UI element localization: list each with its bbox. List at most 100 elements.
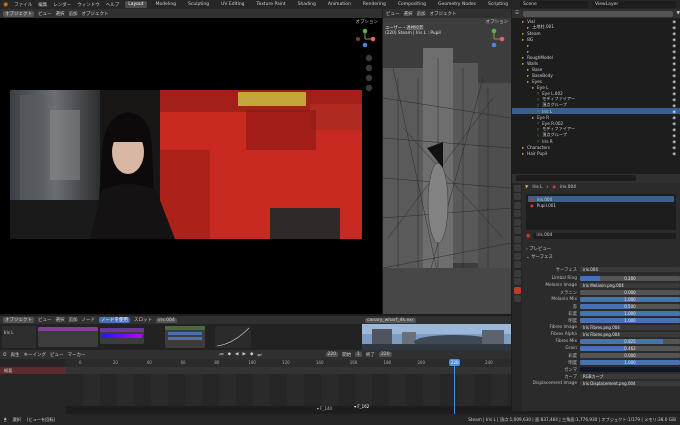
modifier-tab-icon[interactable] [513,244,521,251]
visibility-eye-icon[interactable]: ◉ [672,49,676,54]
menu-view-right[interactable]: ビュー [386,11,400,17]
property-value-field[interactable]: 0.500 [580,303,680,310]
node-menu-node[interactable]: ノード [82,317,96,323]
visibility-eye-icon[interactable]: ◉ [672,85,676,90]
visibility-eye-icon[interactable]: ◉ [672,145,676,150]
viewport-left[interactable]: オプション [0,18,382,314]
play-reverse-button[interactable]: ◀ [235,352,238,357]
visibility-eye-icon[interactable]: ◉ [672,127,676,132]
menu-file[interactable]: ファイル [14,2,32,8]
visibility-eye-icon[interactable]: ◉ [672,115,676,120]
surface-value[interactable]: iris.004 [580,266,680,273]
physics-tab-icon[interactable] [513,261,521,268]
property-value-field[interactable]: RGBカーブ [580,373,680,380]
material-slot[interactable]: ● Pupil.001 [528,202,674,208]
world-tab-icon[interactable] [513,227,521,234]
scene-selector[interactable]: Scene [520,1,588,8]
viewport-right[interactable]: ユーザー・透視投影 (220) Steam | Iris L : Pupil オ… [383,18,511,314]
node-editor[interactable]: Iris L [0,324,362,350]
property-value-field[interactable]: 1.000 [580,296,680,303]
current-frame-field[interactable]: 220 [325,352,339,357]
material-tab-icon[interactable] [513,286,521,294]
prev-keyframe-button[interactable]: ◆ [228,352,231,357]
tool-tab-icon[interactable] [513,184,521,192]
property-value-field[interactable]: 1.000 [580,310,680,317]
view-layer-selector[interactable]: ViewLayer [592,1,676,8]
visibility-eye-icon[interactable]: ◉ [672,151,676,156]
node-box-3[interactable] [165,326,205,348]
menu-select[interactable]: 選択 [56,11,65,17]
play-button[interactable]: ▶ [243,352,246,357]
node-box-1[interactable] [38,327,98,347]
render-tab-icon[interactable] [513,193,521,200]
property-value-field[interactable]: 0.462 [580,345,680,352]
visibility-eye-icon[interactable]: ◉ [672,19,676,24]
property-value-field[interactable]: Iris Displacement.png.004 [580,380,680,387]
outliner-search[interactable] [523,10,673,17]
menu-render[interactable]: レンダー [53,2,71,8]
node-material-field[interactable]: iris.004 [156,317,177,323]
property-value-field[interactable]: Iris Melanin.png.004 [580,282,680,289]
node-box-2[interactable] [100,328,144,344]
visibility-eye-icon[interactable]: ◉ [672,37,676,42]
slot-dropdown[interactable]: スロット [134,317,152,323]
marker-f162[interactable]: ▾ F_162 [354,404,369,409]
tab-compositing[interactable]: Compositing [395,1,429,8]
mode-dropdown[interactable]: オブジェクト [3,10,34,17]
property-value-field[interactable]: 0.000 [580,289,680,296]
visibility-eye-icon[interactable]: ◉ [672,121,676,126]
tab-rendering[interactable]: Rendering [360,1,389,8]
timeline-menu-playback[interactable]: 再生 [11,352,20,358]
output-tab-icon[interactable] [513,201,521,209]
image-editor[interactable]: canary_wharf_4k.exr [362,316,511,350]
scene-tab-icon[interactable] [513,218,521,226]
timeline-menu-keying[interactable]: キーイング [24,352,47,358]
visibility-eye-icon[interactable]: ◉ [672,103,676,108]
timeline-menu-marker[interactable]: マーカー [68,352,86,358]
marker-f140[interactable]: ▾ F_140 [317,406,332,411]
visibility-eye-icon[interactable]: ◉ [672,73,676,78]
options-dropdown[interactable]: オプション [356,19,379,25]
property-value-field[interactable]: 0.200 [580,275,680,282]
constraints-tab-icon[interactable] [513,269,521,277]
menu-select-right[interactable]: 選択 [404,11,413,17]
use-nodes-checkbox[interactable]: ノードを使用 [99,317,130,323]
keyframe-area[interactable] [66,374,511,406]
timeline-mode-icon[interactable]: ⏱ [3,352,7,358]
node-menu-select[interactable]: 選択 [56,317,65,323]
visibility-eye-icon[interactable]: ◉ [672,109,676,114]
tab-sculpting[interactable]: Sculpting [185,1,212,8]
image-name-field[interactable]: canary_wharf_4k.exr [365,317,416,323]
playhead[interactable]: 220 [449,359,461,414]
property-value-field[interactable]: 0.825 [580,338,680,345]
tab-scripting[interactable]: Scripting [485,1,511,8]
visibility-eye-icon[interactable]: ◉ [672,139,676,144]
start-frame-field[interactable]: 1 [355,352,362,357]
properties-search[interactable] [516,175,636,181]
timeline-ruler[interactable]: 0 20 40 60 80 100 120 140 160 180 200 220 240 [66,359,511,367]
outliner-display-icon[interactable]: ☰ [515,11,519,16]
tab-geometry-nodes[interactable]: Geometry Nodes [435,1,479,8]
next-keyframe-button[interactable]: ◆ [250,352,253,357]
visibility-eye-icon[interactable]: ◉ [672,55,676,60]
tab-animation[interactable]: Animation [325,1,354,8]
visibility-eye-icon[interactable]: ◉ [672,79,676,84]
menu-add-right[interactable]: 追加 [417,11,426,17]
data-tab-icon[interactable] [513,278,521,285]
preview-panel[interactable]: › プレビュー [522,246,680,254]
filter-icon[interactable]: ▼ [677,11,680,16]
summary-channel[interactable]: 概要 [0,367,66,374]
visibility-eye-icon[interactable]: ◉ [672,97,676,102]
property-value-field[interactable] [580,366,680,373]
object-tab-icon[interactable] [513,235,521,243]
end-frame-field[interactable]: 220 [378,352,392,357]
visibility-eye-icon[interactable]: ◉ [672,31,676,36]
property-value-field[interactable]: 0.000 [580,352,680,359]
visibility-eye-icon[interactable]: ◉ [672,43,676,48]
texture-tab-icon[interactable] [513,295,521,302]
surface-panel[interactable]: ⌄ サーフェス [522,254,680,262]
menu-object[interactable]: オブジェクト [82,11,109,17]
menu-window[interactable]: ウィンドウ [77,2,100,8]
menu-add[interactable]: 追加 [69,11,78,17]
tab-modeling[interactable]: Modeling [153,1,179,8]
